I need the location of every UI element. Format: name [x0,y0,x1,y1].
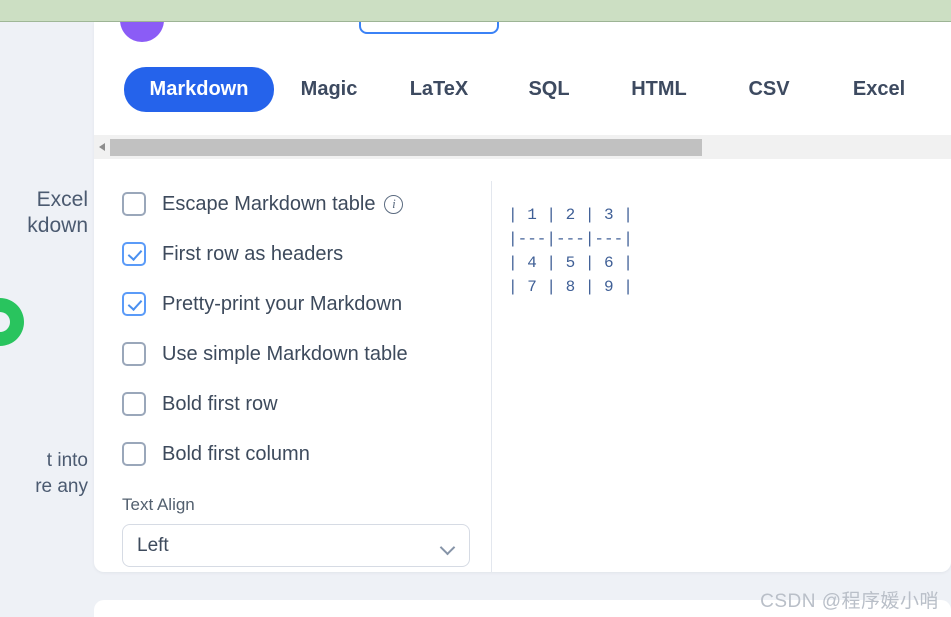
option-first-row-as-headers[interactable]: First row as headers [122,229,492,279]
option-label: Bold first column [162,442,310,465]
option-label: Pretty-print your Markdown [162,292,403,315]
panel-divider [491,181,492,572]
option-escape-markdown-table[interactable]: Escape Markdown table i [122,179,492,229]
scrollbar-thumb[interactable] [110,138,702,156]
option-bold-first-column[interactable]: Bold first column [122,429,492,479]
text-align-label: Text Align [122,495,195,514]
checkbox-bold-first-row[interactable] [122,392,146,416]
purple-avatar-icon [120,22,164,42]
checkbox-bold-first-column[interactable] [122,442,146,466]
option-label: Bold first row [162,392,278,415]
text-align-selected-value: Left [137,534,169,556]
option-pretty-print-markdown[interactable]: Pretty-print your Markdown [122,279,492,329]
tab-markdown[interactable]: Markdown [124,66,274,112]
markdown-options-list: Escape Markdown table i First row as hea… [122,179,492,567]
chevron-down-icon [441,542,455,550]
options-panel: Escape Markdown table i First row as hea… [94,159,951,572]
info-icon[interactable]: i [384,194,404,214]
option-bold-first-row[interactable]: Bold first row [122,379,492,429]
tab-excel[interactable]: Excel [824,78,934,101]
left-paragraph-line-2: re any [35,476,88,497]
left-paragraph-line-1: t into [46,450,88,471]
left-heading-line-1: Excel [36,188,88,211]
option-label: Use simple Markdown table [162,342,408,365]
watermark: CSDN @程序媛小哨 [760,591,939,612]
checkbox-use-simple-markdown-table[interactable] [122,342,146,366]
checkbox-first-row-as-headers[interactable] [122,242,146,266]
text-align-select[interactable]: Left [122,524,470,567]
checkbox-escape-markdown-table[interactable] [122,192,146,216]
tab-latex[interactable]: LaTeX [384,78,494,101]
scroll-left-arrow-icon[interactable] [94,135,110,159]
tab-html[interactable]: HTML [604,78,714,101]
screenshot-root: Excel kdown t into re any ows Markdown M… [0,0,951,617]
converter-card: Markdown Magic LaTeX SQL HTML CSV Excel … [94,22,951,572]
browser-top-band [0,0,951,22]
format-tab-bar: Markdown Magic LaTeX SQL HTML CSV Excel [94,58,951,120]
tab-csv[interactable]: CSV [714,78,824,101]
green-circle-badge-icon [0,298,24,346]
tab-magic[interactable]: Magic [274,78,384,101]
blue-outlined-input-partial[interactable] [359,22,499,34]
option-label: First row as headers [162,242,344,265]
option-use-simple-markdown-table[interactable]: Use simple Markdown table [122,329,492,379]
markdown-preview-output[interactable]: | 1 | 2 | 3 | |---|---|---| | 4 | 5 | 6 … [508,203,908,299]
left-heading-line-2: kdown [27,214,88,237]
option-label: Escape Markdown table [162,192,376,215]
checkbox-pretty-print-markdown[interactable] [122,292,146,316]
horizontal-scrollbar[interactable] [94,135,951,159]
tab-sql[interactable]: SQL [494,78,604,101]
left-partial-column: Excel kdown t into re any ows [0,22,94,617]
